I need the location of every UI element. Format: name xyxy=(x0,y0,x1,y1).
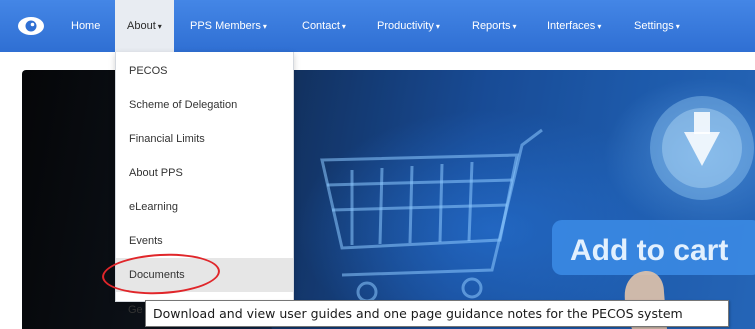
nav-settings-label: Settings xyxy=(634,20,674,32)
chevron-down-icon: ▾ xyxy=(512,22,517,31)
download-icon xyxy=(650,96,754,200)
nav-about[interactable]: About ▾ xyxy=(115,0,174,52)
nav-contact[interactable]: Contact ▾ xyxy=(302,0,346,52)
nav-home[interactable]: Home xyxy=(71,0,100,52)
menu-item-about-pps[interactable]: About PPS xyxy=(116,156,293,190)
chevron-down-icon: ▾ xyxy=(262,22,267,31)
top-navbar: Home About ▾ PPS Members ▾ Contact ▾ Produc… xyxy=(0,0,755,52)
nav-contact-label: Contact xyxy=(302,20,340,32)
chevron-down-icon: ▾ xyxy=(597,22,602,31)
menu-item-elearning[interactable]: eLearning xyxy=(116,190,293,224)
menu-item-financial-limits[interactable]: Financial Limits xyxy=(116,122,293,156)
nav-reports[interactable]: Reports ▾ xyxy=(472,0,517,52)
chevron-down-icon: ▾ xyxy=(341,22,346,31)
nav-settings[interactable]: Settings ▾ xyxy=(634,0,680,52)
nav-interfaces[interactable]: Interfaces ▾ xyxy=(547,0,601,52)
nav-productivity-label: Productivity xyxy=(377,20,434,32)
tooltip: Download and view user guides and one pa… xyxy=(145,300,729,327)
chevron-down-icon: ▾ xyxy=(435,22,440,31)
menu-item-events[interactable]: Events xyxy=(116,224,293,258)
eye-logo-icon[interactable] xyxy=(17,16,45,36)
nav-pps-members[interactable]: PPS Members ▾ xyxy=(190,0,267,52)
nav-pps-members-label: PPS Members xyxy=(190,20,261,32)
nav-interfaces-label: Interfaces xyxy=(547,20,596,32)
add-to-cart-text: Add to cart xyxy=(570,234,728,267)
chevron-down-icon: ▾ xyxy=(675,22,680,31)
chevron-down-icon: ▾ xyxy=(157,22,162,31)
add-to-cart-button-graphic: Add to cart xyxy=(552,220,755,275)
nav-productivity[interactable]: Productivity ▾ xyxy=(377,0,440,52)
nav-home-label: Home xyxy=(71,20,101,32)
menu-item-pecos[interactable]: PECOS xyxy=(116,54,293,88)
menu-item-partial-label[interactable]: Ge xyxy=(128,304,143,316)
nav-about-label: About xyxy=(127,20,156,32)
nav-reports-label: Reports xyxy=(472,20,511,32)
menu-item-scheme-of-delegation[interactable]: Scheme of Delegation xyxy=(116,88,293,122)
